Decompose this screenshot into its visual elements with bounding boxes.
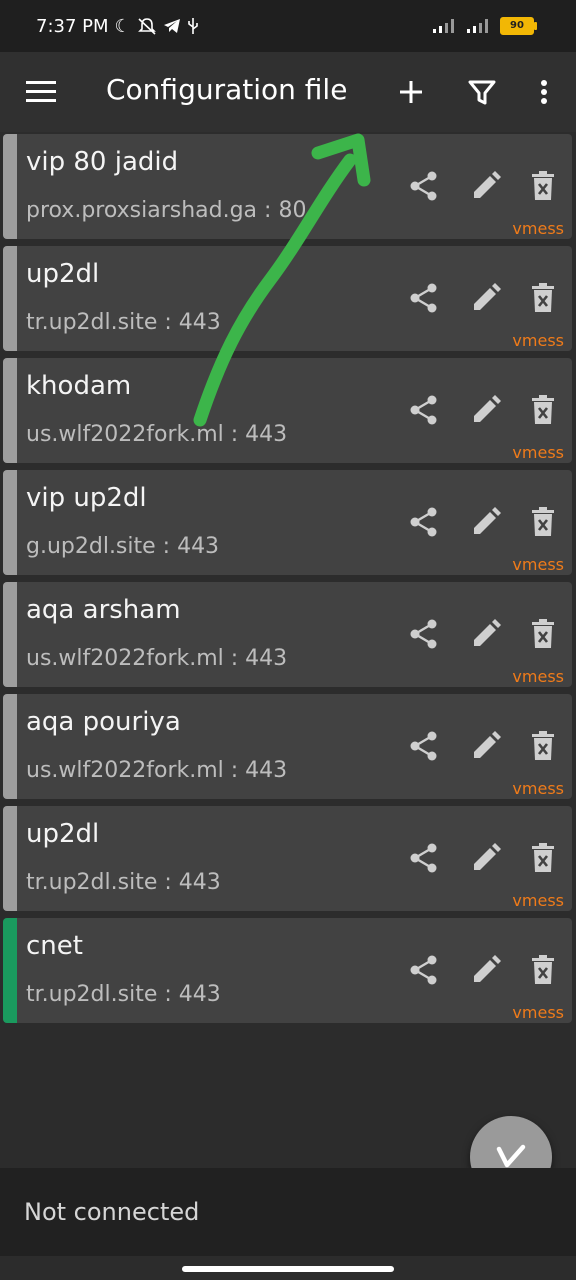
selection-indicator (3, 246, 17, 351)
delete-icon[interactable] (529, 281, 557, 315)
plus-icon[interactable] (395, 74, 427, 110)
share-icon[interactable] (408, 953, 440, 987)
gesture-nav-handle[interactable] (182, 1266, 394, 1272)
edit-pencil-icon[interactable] (469, 505, 501, 539)
server-card[interactable]: vip up2dl g.up2dl.site : 443 vmess (3, 470, 572, 575)
protocol-type-label: vmess (512, 1003, 564, 1022)
delete-icon[interactable] (529, 729, 557, 763)
server-card[interactable]: cnet tr.up2dl.site : 443 vmess (3, 918, 572, 1023)
server-address: tr.up2dl.site : 443 (26, 870, 221, 895)
server-card[interactable]: up2dl tr.up2dl.site : 443 vmess (3, 246, 572, 351)
moon-icon: ☾ (114, 15, 131, 37)
protocol-type-label: vmess (512, 891, 564, 910)
delete-icon[interactable] (529, 953, 557, 987)
edit-pencil-icon[interactable] (469, 617, 501, 651)
protocol-type-label: vmess (512, 779, 564, 798)
delete-icon[interactable] (529, 505, 557, 539)
telegram-icon (163, 19, 180, 33)
share-icon[interactable] (408, 393, 440, 427)
connection-status-text: Not connected (24, 1198, 200, 1226)
page-title: Configuration file (106, 73, 348, 106)
server-name: up2dl (26, 259, 100, 289)
server-address: tr.up2dl.site : 443 (26, 310, 221, 335)
edit-pencil-icon[interactable] (469, 953, 501, 987)
share-icon[interactable] (408, 505, 440, 539)
server-name: up2dl (26, 819, 100, 849)
signal-icon-2 (467, 19, 488, 33)
usb-icon (187, 18, 198, 34)
server-card[interactable]: vip 80 jadid prox.proxsiarshad.ga : 80 v… (3, 134, 572, 239)
edit-pencil-icon[interactable] (469, 841, 501, 875)
signal-icon-1 (433, 19, 454, 33)
selection-indicator (3, 694, 17, 799)
server-card[interactable]: khodam us.wlf2022fork.ml : 443 vmess (3, 358, 572, 463)
server-name: vip 80 jadid (26, 147, 179, 177)
server-card[interactable]: aqa arsham us.wlf2022fork.ml : 443 vmess (3, 582, 572, 687)
server-address: prox.proxsiarshad.ga : 80 (26, 198, 306, 223)
selection-indicator (3, 582, 17, 687)
share-icon[interactable] (408, 281, 440, 315)
server-name: aqa arsham (26, 595, 181, 625)
status-bar: 7:37 PM ☾ 90 (0, 0, 576, 52)
edit-pencil-icon[interactable] (469, 281, 501, 315)
delete-icon[interactable] (529, 169, 557, 203)
share-icon[interactable] (408, 729, 440, 763)
protocol-type-label: vmess (512, 443, 564, 462)
status-time: 7:37 PM (36, 15, 109, 37)
share-icon[interactable] (408, 841, 440, 875)
selection-indicator (3, 470, 17, 575)
protocol-type-label: vmess (512, 331, 564, 350)
protocol-type-label: vmess (512, 555, 564, 574)
app-bar: Configuration file (0, 52, 576, 132)
server-name: vip up2dl (26, 483, 147, 513)
edit-pencil-icon[interactable] (469, 729, 501, 763)
server-address: us.wlf2022fork.ml : 443 (26, 646, 288, 671)
muted-bell-icon (137, 18, 156, 35)
share-icon[interactable] (408, 617, 440, 651)
server-card[interactable]: up2dl tr.up2dl.site : 443 vmess (3, 806, 572, 911)
server-name: khodam (26, 371, 132, 401)
server-card[interactable]: aqa pouriya us.wlf2022fork.ml : 443 vmes… (3, 694, 572, 799)
server-address: us.wlf2022fork.ml : 443 (26, 422, 288, 447)
filter-icon[interactable] (466, 74, 498, 110)
edit-pencil-icon[interactable] (469, 393, 501, 427)
server-address: g.up2dl.site : 443 (26, 534, 220, 559)
connection-status-bar[interactable]: Not connected (0, 1168, 576, 1256)
edit-pencil-icon[interactable] (469, 169, 501, 203)
protocol-type-label: vmess (512, 667, 564, 686)
selection-indicator (3, 358, 17, 463)
battery-icon: 90 (500, 17, 537, 35)
hamburger-menu-icon[interactable] (26, 79, 56, 105)
selection-indicator (3, 134, 17, 239)
server-address: tr.up2dl.site : 443 (26, 982, 221, 1007)
server-name: cnet (26, 931, 83, 961)
delete-icon[interactable] (529, 393, 557, 427)
delete-icon[interactable] (529, 617, 557, 651)
delete-icon[interactable] (529, 841, 557, 875)
server-name: aqa pouriya (26, 707, 181, 737)
selection-indicator (3, 918, 17, 1023)
selection-indicator (3, 806, 17, 911)
share-icon[interactable] (408, 169, 440, 203)
protocol-type-label: vmess (512, 219, 564, 238)
server-address: us.wlf2022fork.ml : 443 (26, 758, 288, 783)
more-vert-icon[interactable] (532, 74, 556, 110)
